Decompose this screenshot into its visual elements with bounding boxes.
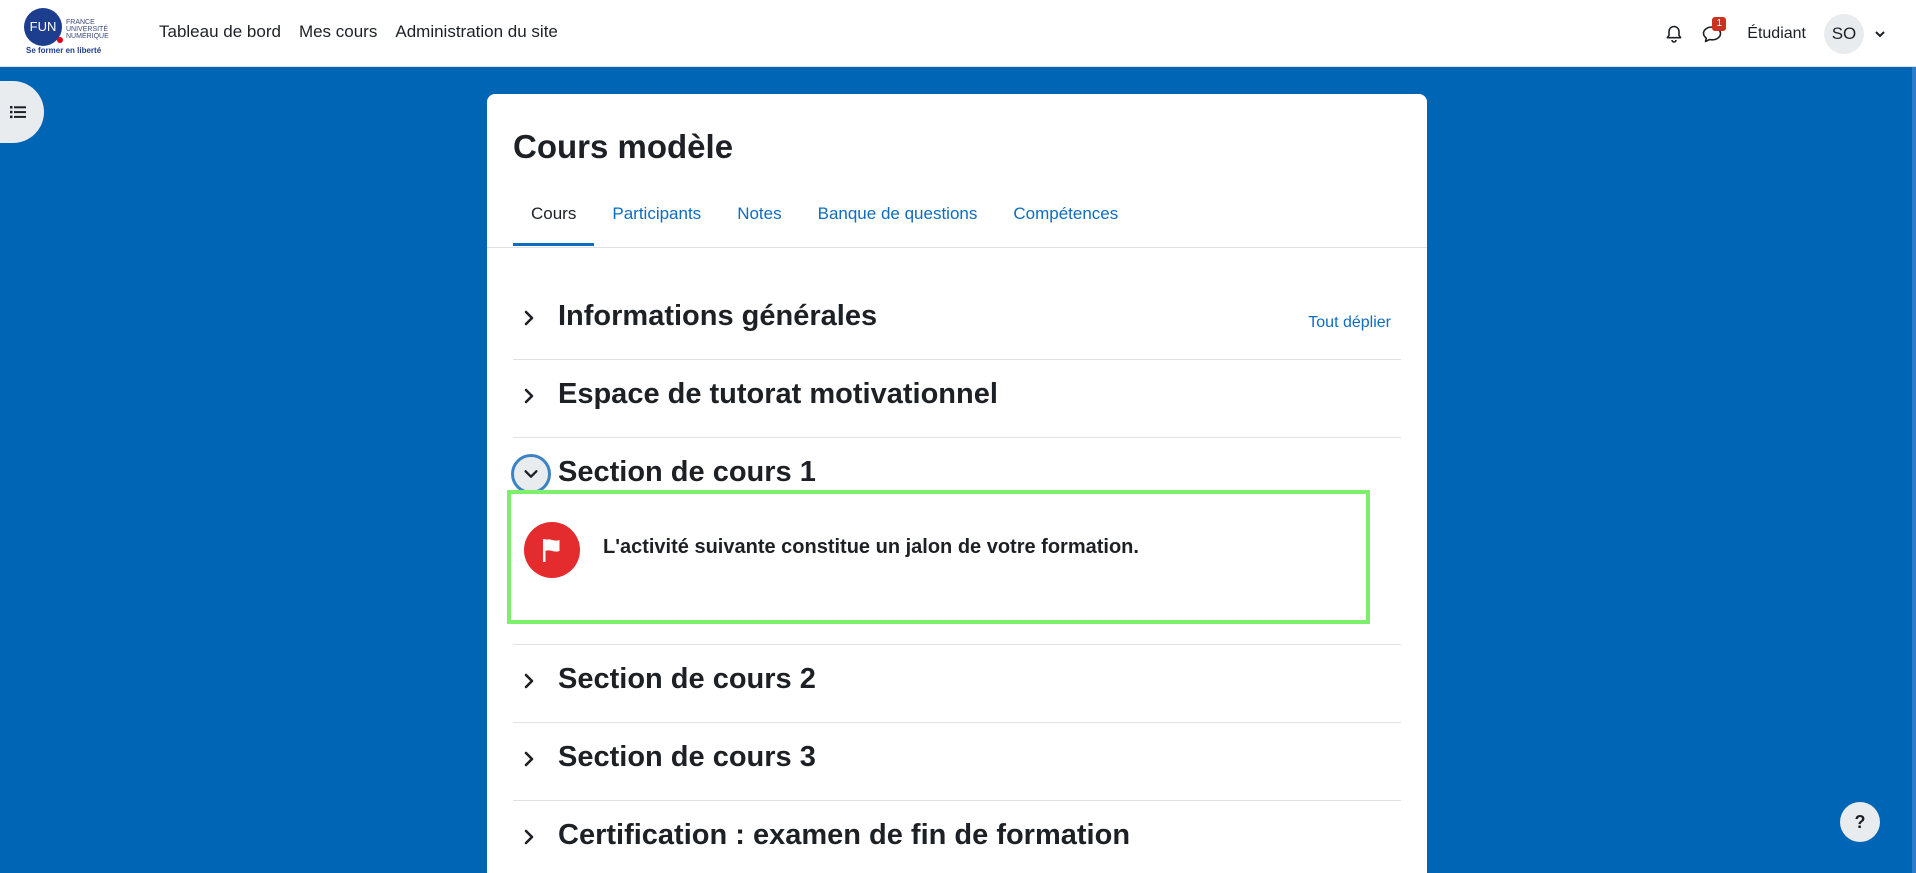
logo-text: FRANCE UNIVERSITÉ NUMÉRIQUE	[66, 19, 109, 40]
nav-link-dashboard[interactable]: Tableau de bord	[159, 22, 281, 42]
logo-line-3: NUMÉRIQUE	[66, 33, 109, 40]
tab-grades[interactable]: Notes	[719, 204, 799, 246]
messages-badge: 1	[1712, 17, 1727, 31]
logo-tagline: Se former en liberté	[26, 46, 102, 55]
chevron-right-icon[interactable]	[519, 386, 539, 406]
section-general-info: Informations générales Tout déplier	[513, 282, 1401, 360]
section-course-2: Section de cours 2	[513, 645, 1401, 723]
help-button[interactable]: ?	[1840, 802, 1880, 842]
chevron-right-icon[interactable]	[519, 671, 539, 691]
primary-navigation: Tableau de bord Mes cours Administration…	[159, 22, 558, 42]
section-title[interactable]: Informations générales	[558, 300, 877, 333]
user-menu-area: 1 Étudiant SO	[1659, 14, 1886, 54]
milestone-text: L'activité suivante constitue un jalon d…	[603, 536, 1139, 558]
section-certification: Certification : examen de fin de formati…	[513, 801, 1401, 873]
tabs-divider	[487, 247, 1427, 248]
expand-all-link[interactable]: Tout déplier	[1308, 314, 1391, 332]
messages-button[interactable]: 1	[1697, 17, 1727, 49]
tab-participants[interactable]: Participants	[594, 204, 719, 246]
section-title[interactable]: Section de cours 3	[558, 741, 816, 774]
page-title: Cours modèle	[513, 128, 734, 165]
course-content-card: Cours modèle Cours Participants Notes Ba…	[487, 94, 1427, 873]
logo-dot	[57, 37, 63, 43]
nav-link-site-admin[interactable]: Administration du site	[395, 22, 558, 42]
notifications-button[interactable]	[1659, 19, 1689, 49]
section-tutoring: Espace de tutorat motivationnel	[513, 360, 1401, 438]
chevron-down-icon	[524, 470, 538, 478]
tab-course[interactable]: Cours	[513, 204, 595, 246]
nav-link-my-courses[interactable]: Mes cours	[299, 22, 377, 42]
section-title[interactable]: Espace de tutorat motivationnel	[558, 378, 998, 411]
tab-question-bank[interactable]: Banque de questions	[800, 204, 996, 246]
top-navbar: FUN FRANCE UNIVERSITÉ NUMÉRIQUE Se forme…	[0, 0, 1916, 67]
chevron-right-icon[interactable]	[519, 749, 539, 769]
section-title[interactable]: Certification : examen de fin de formati…	[558, 819, 1130, 852]
page-scrollbar[interactable]	[1912, 67, 1916, 873]
course-tabs: Cours Participants Notes Banque de quest…	[513, 204, 1136, 246]
list-icon	[10, 106, 26, 119]
section-course-3: Section de cours 3	[513, 723, 1401, 801]
chevron-right-icon[interactable]	[519, 308, 539, 328]
tab-competencies[interactable]: Compétences	[995, 204, 1136, 246]
course-index-toggle[interactable]	[0, 81, 44, 143]
section-title[interactable]: Section de cours 2	[558, 663, 816, 696]
chevron-right-icon[interactable]	[519, 827, 539, 847]
chevron-down-icon[interactable]	[1874, 28, 1886, 40]
section-collapse-button[interactable]	[511, 454, 551, 494]
fun-logo[interactable]: FUN FRANCE UNIVERSITÉ NUMÉRIQUE Se forme…	[24, 8, 114, 56]
logo-line-1: FRANCE	[66, 19, 95, 26]
flag-icon	[524, 522, 580, 578]
section-title[interactable]: Section de cours 1	[558, 456, 816, 489]
role-label[interactable]: Étudiant	[1747, 25, 1806, 43]
avatar[interactable]: SO	[1824, 14, 1864, 54]
logo-line-2: UNIVERSITÉ	[66, 26, 109, 33]
milestone-notice: L'activité suivante constitue un jalon d…	[507, 490, 1370, 624]
bell-icon	[1666, 25, 1682, 43]
